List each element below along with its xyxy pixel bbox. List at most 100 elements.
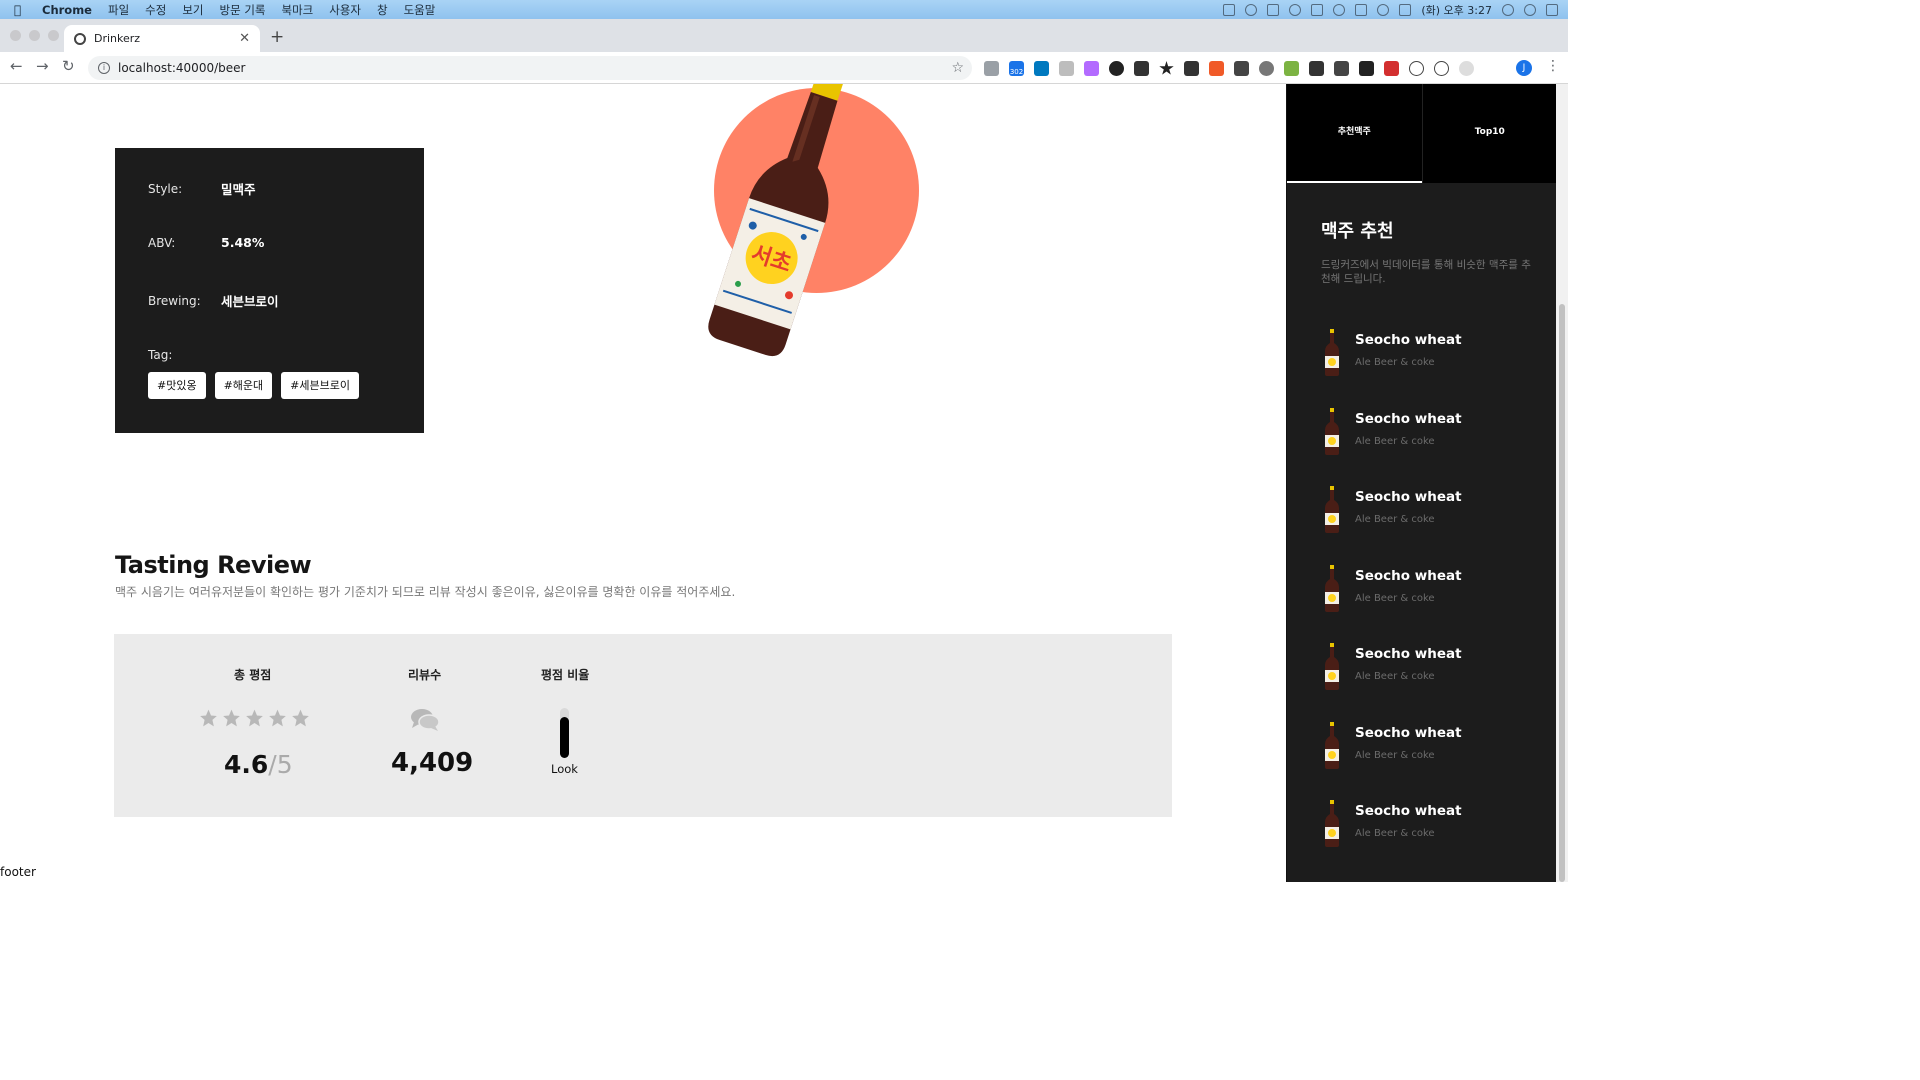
dark-circle-extension-icon[interactable] [1109, 61, 1124, 76]
info-extension-icon[interactable] [1134, 61, 1149, 76]
nvidia-icon[interactable] [1267, 3, 1280, 16]
brewing-label: Brewing: [148, 293, 201, 308]
star-rating [198, 708, 311, 728]
url-text[interactable]: localhost:40000/beer [118, 61, 951, 75]
recommendation-subtitle: Ale Beer & coke [1355, 357, 1435, 368]
close-window-button[interactable] [10, 30, 21, 41]
abv-label: ABV: [148, 235, 176, 250]
page-scrollbar[interactable] [1556, 84, 1568, 882]
pocket-extension-icon[interactable] [1334, 61, 1349, 76]
tab-recommended-beer[interactable]: 추천맥주 [1287, 84, 1422, 183]
input-source-icon[interactable] [1399, 3, 1412, 16]
beer-bottle-icon [1325, 407, 1339, 455]
chrome-menu-icon[interactable]: ⋮ [1546, 58, 1560, 74]
recommendation-item[interactable]: Seocho wheat Ale Beer & coke [1321, 407, 1541, 456]
globe-icon [74, 32, 86, 45]
sidebar-description: 드링커즈에서 빅데이터를 통해 비슷한 맥주를 추천해 드립니다. [1321, 259, 1531, 285]
browser-toolbar: ← → ↻ i localhost:40000/beer ☆ 302 J ⋮ [0, 52, 1568, 84]
tag-list: #맛있옹 #해운대 #세븐브로이 [148, 372, 359, 399]
menu-file[interactable]: 파일 [108, 2, 129, 18]
close-tab-icon[interactable]: ✕ [239, 31, 250, 46]
recommendation-item[interactable]: Seocho wheat Ale Beer & coke [1321, 643, 1541, 691]
apple-icon[interactable]:  [14, 3, 36, 17]
new-tab-button[interactable]: + [270, 27, 284, 47]
tag-chip[interactable]: #세븐브로이 [281, 372, 359, 399]
recommendation-subtitle: Ale Beer & coke [1355, 749, 1435, 761]
back-arrow-icon[interactable]: ← [10, 57, 23, 75]
volume-icon[interactable] [1377, 3, 1390, 16]
menubar-status-area: (화) 오후 3:27 [1223, 0, 1558, 19]
beer-info-card: Style: 밀맥주 ABV: 5.48% Brewing: 세븐브로이 Tag… [115, 148, 424, 433]
tab-top10[interactable]: Top10 [1421, 84, 1557, 183]
bookmark-star-icon[interactable]: ☆ [951, 60, 964, 76]
rating-ratio-bar [560, 708, 569, 758]
airdrop-icon[interactable] [1245, 3, 1258, 16]
total-score-label: 총 평점 [234, 668, 272, 682]
abv-row: ABV: 5.48% [148, 235, 264, 250]
star-icon [246, 709, 263, 727]
notification-icon[interactable] [1333, 3, 1346, 16]
forward-arrow-icon[interactable]: → [36, 57, 49, 75]
recommendation-subtitle: Ale Beer & coke [1355, 514, 1435, 525]
circle-extension-icon[interactable] [1409, 61, 1424, 76]
menu-app-name[interactable]: Chrome [42, 3, 92, 17]
globe-extension-icon[interactable] [1259, 61, 1274, 76]
address-bar[interactable]: i localhost:40000/beer ☆ [88, 56, 972, 80]
menu-people[interactable]: 사용자 [329, 2, 361, 18]
color-extension-icon[interactable] [1084, 61, 1099, 76]
recommendation-item[interactable]: Seocho wheat Ale Beer & coke [1321, 800, 1541, 848]
tag-chip[interactable]: #맛있옹 [148, 372, 206, 399]
green-extension-icon[interactable] [1284, 61, 1299, 76]
recommendation-name: Seocho wheat [1355, 803, 1462, 819]
beer-bottle-icon [1325, 564, 1339, 612]
macos-menubar:  Chrome 파일 수정 보기 방문 기록 북마크 사용자 창 도움말 (화… [0, 0, 1568, 19]
notification-center-icon[interactable] [1546, 3, 1558, 16]
star-extension-icon[interactable] [1159, 61, 1174, 75]
menu-history[interactable]: 방문 기록 [220, 2, 266, 18]
menu-bookmarks[interactable]: 북마크 [281, 2, 313, 18]
window-icon[interactable] [1223, 3, 1236, 16]
menu-window[interactable]: 창 [377, 2, 388, 18]
mountain-icon[interactable] [1311, 3, 1324, 16]
tag-chip[interactable]: #해운대 [214, 372, 273, 399]
spotlight-icon[interactable] [1502, 3, 1514, 16]
reload-icon[interactable]: ↻ [62, 57, 75, 75]
menu-edit[interactable]: 수정 [145, 2, 166, 18]
menu-view[interactable]: 보기 [182, 2, 203, 18]
recommendation-item[interactable]: Seocho wheat Ale Beer & coke [1321, 564, 1541, 613]
recommendation-item[interactable]: Seocho wheat Ale Beer & coke [1321, 486, 1541, 534]
orange-extension-icon[interactable] [1209, 61, 1224, 76]
menubar-clock[interactable]: (화) 오후 3:27 [1421, 2, 1492, 18]
browser-tab[interactable]: Drinkerz ✕ [64, 25, 260, 52]
siri-icon[interactable] [1524, 3, 1536, 16]
recommendation-item[interactable]: Seocho wheat Ale Beer & coke [1321, 329, 1541, 377]
red-extension-icon[interactable] [1384, 61, 1399, 76]
tasting-review-subtitle: 맥주 시음기는 여러유저분들이 확인하는 평가 기준치가 되므로 리뷰 작성시 … [115, 585, 736, 599]
recommendation-item[interactable]: Seocho wheat Ale Beer & coke [1321, 721, 1541, 770]
card-extension-icon[interactable] [1059, 61, 1074, 76]
screen-extension-icon[interactable] [1234, 61, 1249, 76]
trello-extension-icon[interactable] [1034, 61, 1049, 76]
star-icon [223, 709, 240, 727]
eject-icon[interactable] [1355, 3, 1368, 16]
recommendation-name: Seocho wheat [1355, 724, 1462, 741]
zoom-window-button[interactable] [48, 30, 59, 41]
arrow-extension-icon[interactable] [1184, 61, 1199, 76]
beer-bottle-image: 서초 [708, 84, 844, 357]
notion-extension-icon[interactable] [1359, 61, 1374, 76]
s-extension-icon[interactable] [1309, 61, 1324, 76]
scrollbar-thumb[interactable] [1559, 304, 1565, 882]
sync-icon[interactable] [1289, 3, 1302, 16]
camera-extension-icon[interactable] [984, 61, 999, 76]
menu-help[interactable]: 도움말 [404, 2, 436, 18]
info-icon[interactable]: i [98, 62, 110, 74]
profile-avatar[interactable]: J [1516, 60, 1532, 76]
badge-extension-icon[interactable]: 302 [1009, 61, 1024, 76]
recommendation-subtitle: Ale Beer & coke [1355, 592, 1435, 604]
total-score: 4.6/5 [224, 750, 293, 779]
a-extension-icon[interactable] [1434, 61, 1449, 76]
sidebar-title: 맥주 추천 [1321, 221, 1394, 242]
grey-extension-icon[interactable] [1459, 61, 1474, 76]
style-value: 밀맥주 [221, 182, 256, 197]
minimize-window-button[interactable] [29, 30, 40, 41]
